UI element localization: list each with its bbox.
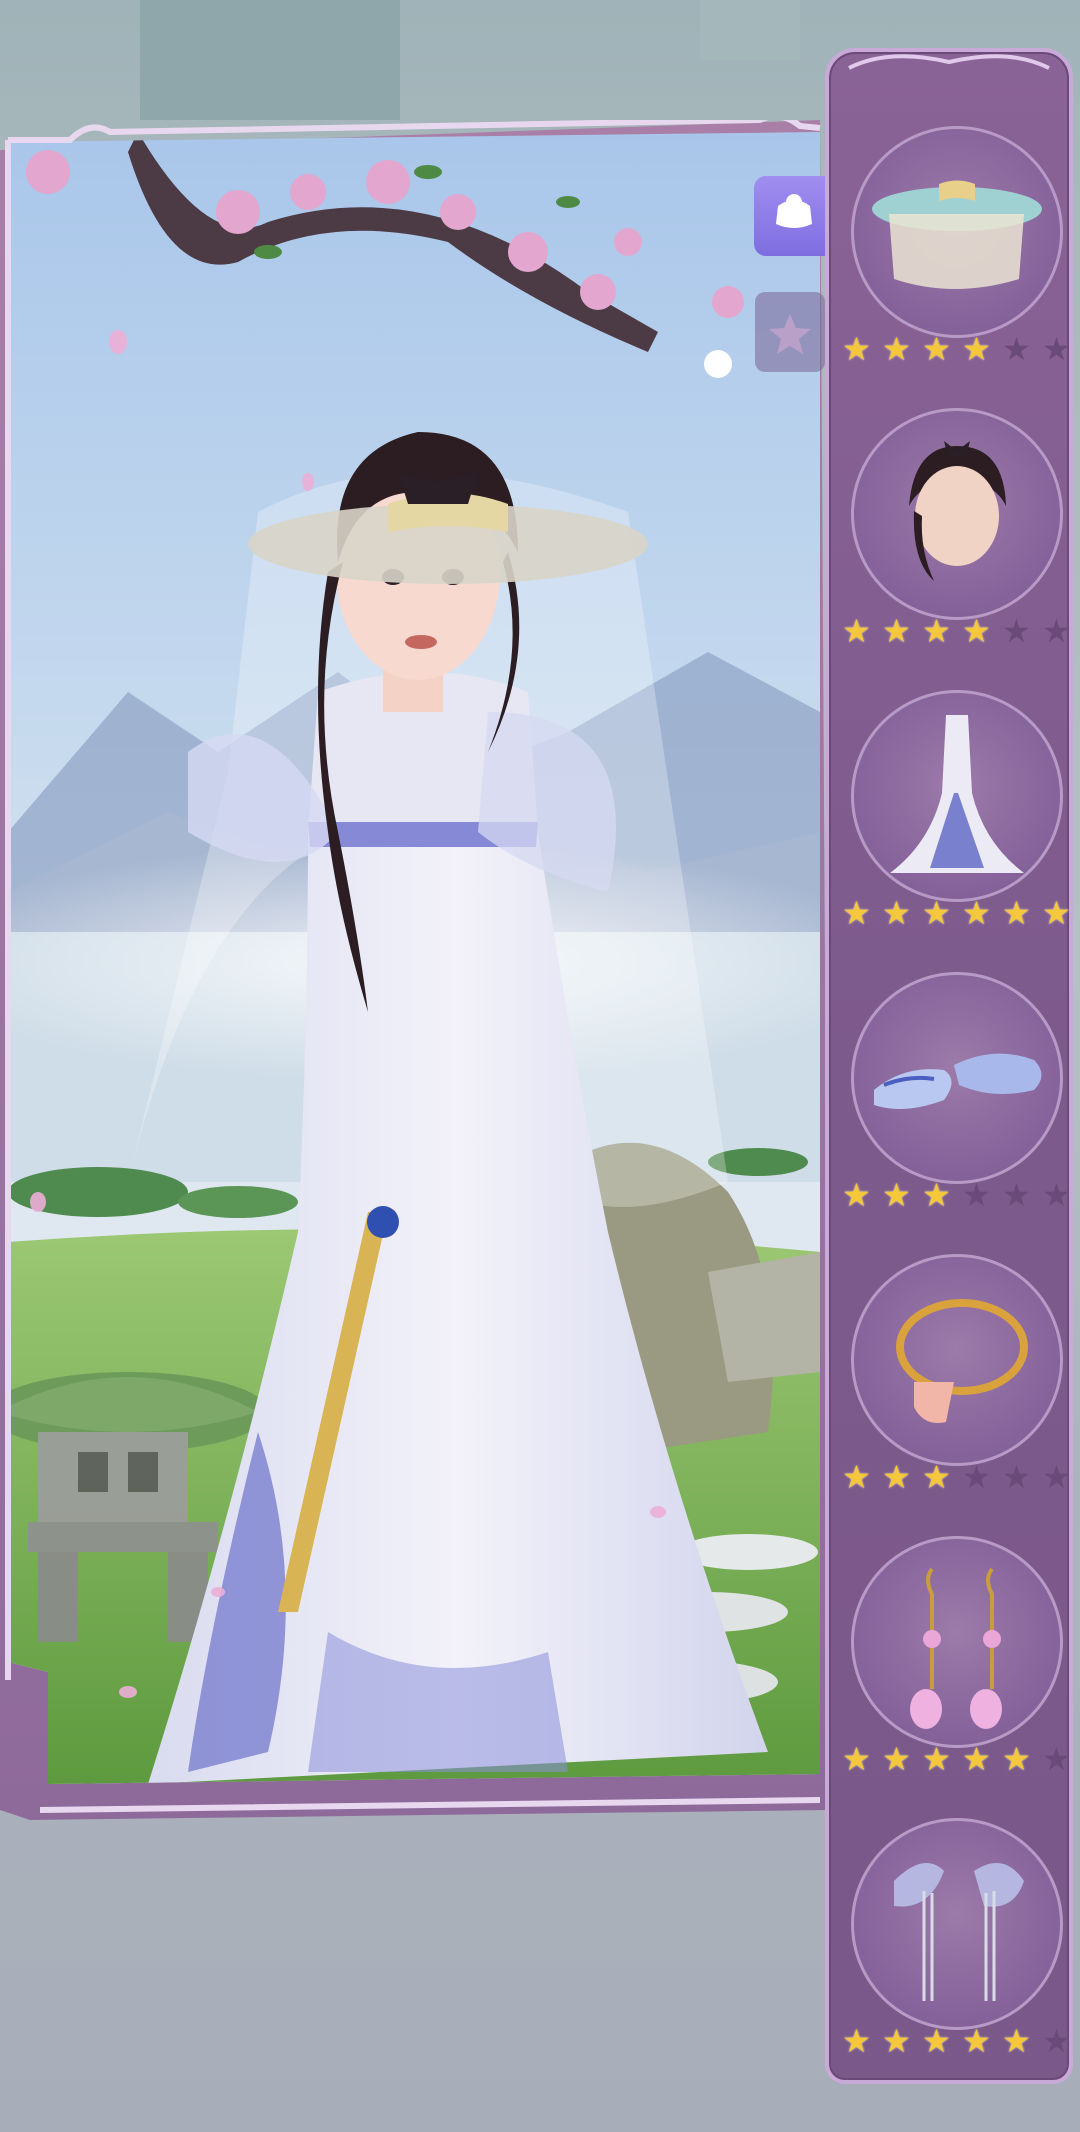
star-filled-icon: ★ (842, 2022, 871, 2060)
star-filled-icon: ★ (962, 894, 991, 932)
pendant-necklace-icon (896, 1299, 1028, 1423)
star-empty-icon: ★ (1042, 330, 1071, 368)
star-filled-icon: ★ (882, 330, 911, 368)
star-filled-icon: ★ (962, 330, 991, 368)
star-filled-icon: ★ (922, 612, 951, 650)
star-filled-icon: ★ (842, 612, 871, 650)
braided-hair-icon (909, 441, 1006, 581)
star-filled-icon: ★ (1042, 894, 1071, 932)
dress-up-scene[interactable] (8, 132, 820, 1784)
rating-necklace: ★ ★ ★ ★ ★ ★ (839, 1460, 1075, 1494)
star-empty-icon: ★ (1002, 330, 1031, 368)
star-filled-icon: ★ (962, 1740, 991, 1778)
rating-hat: ★ ★ ★ ★ ★ ★ (839, 332, 1075, 366)
star-empty-icon: ★ (1042, 1458, 1071, 1496)
star-filled-icon: ★ (882, 1458, 911, 1496)
rating-earrings: ★ ★ ★ ★ ★ ★ (839, 1742, 1075, 1776)
star-filled-icon: ★ (1002, 1740, 1031, 1778)
star-filled-icon: ★ (1002, 2022, 1031, 2060)
star-filled-icon: ★ (882, 612, 911, 650)
star-filled-icon: ★ (842, 1176, 871, 1214)
drop-earrings-icon (910, 1567, 1002, 1729)
scene-illustration (8, 132, 820, 1784)
star-empty-icon: ★ (1002, 1458, 1031, 1496)
star-filled-icon: ★ (962, 612, 991, 650)
star-empty-icon: ★ (1042, 2022, 1071, 2060)
star-filled-icon: ★ (922, 1740, 951, 1778)
star-filled-icon: ★ (922, 330, 951, 368)
wardrobe-icon (776, 194, 812, 228)
rating-hair: ★ ★ ★ ★ ★ ★ (839, 614, 1075, 648)
background-column (140, 0, 400, 120)
item-slot-hair-ornament[interactable] (851, 1818, 1063, 2030)
star-filled-icon: ★ (962, 2022, 991, 2060)
star-filled-icon: ★ (842, 330, 871, 368)
item-slot-hat[interactable] (851, 126, 1063, 338)
item-slot-earrings[interactable] (851, 1536, 1063, 1748)
star-filled-icon: ★ (842, 1458, 871, 1496)
veiled-hat-icon (872, 180, 1042, 289)
star-filled-icon: ★ (922, 2022, 951, 2060)
star-filled-icon: ★ (922, 1176, 951, 1214)
star-empty-icon: ★ (1042, 1740, 1071, 1778)
star-filled-icon: ★ (842, 894, 871, 932)
mermaid-gown-icon (890, 715, 1024, 873)
embroidered-shoes-icon (874, 1053, 1042, 1109)
star-filled-icon: ★ (882, 894, 911, 932)
star-filled-icon: ★ (882, 1176, 911, 1214)
hair-pins-icon (894, 1863, 1024, 2001)
item-slot-hair[interactable] (851, 408, 1063, 620)
star-filled-icon: ★ (882, 2022, 911, 2060)
star-empty-icon: ★ (1042, 612, 1071, 650)
panel-ornament (848, 54, 1050, 70)
star-filter-icon (769, 314, 811, 354)
star-empty-icon: ★ (1002, 1176, 1031, 1214)
filter-button[interactable] (755, 292, 825, 372)
item-slot-dress[interactable] (851, 690, 1063, 902)
rating-shoes: ★ ★ ★ ★ ★ ★ (839, 1178, 1075, 1212)
item-slot-shoes[interactable] (851, 972, 1063, 1184)
star-empty-icon: ★ (1002, 612, 1031, 650)
star-filled-icon: ★ (922, 894, 951, 932)
star-empty-icon: ★ (1042, 1176, 1071, 1214)
star-filled-icon: ★ (842, 1740, 871, 1778)
item-slot-necklace[interactable] (851, 1254, 1063, 1466)
outfit-items-panel: ★ ★ ★ ★ ★ ★ ★ ★ ★ ★ ★ ★ ★ ★ ★ ★ ★ ★ ★ ★ ★ ★ ★ ★ ★ ★ ★ ★ ★ ★ (825, 48, 1073, 2084)
star-filled-icon: ★ (922, 1458, 951, 1496)
star-filled-icon: ★ (1002, 894, 1031, 932)
rating-hair-ornament: ★ ★ ★ ★ ★ ★ (839, 2024, 1075, 2058)
rating-dress: ★ ★ ★ ★ ★ ★ (839, 896, 1075, 930)
background-column (700, 0, 800, 60)
star-empty-icon: ★ (962, 1458, 991, 1496)
star-filled-icon: ★ (882, 1740, 911, 1778)
star-empty-icon: ★ (962, 1176, 991, 1214)
